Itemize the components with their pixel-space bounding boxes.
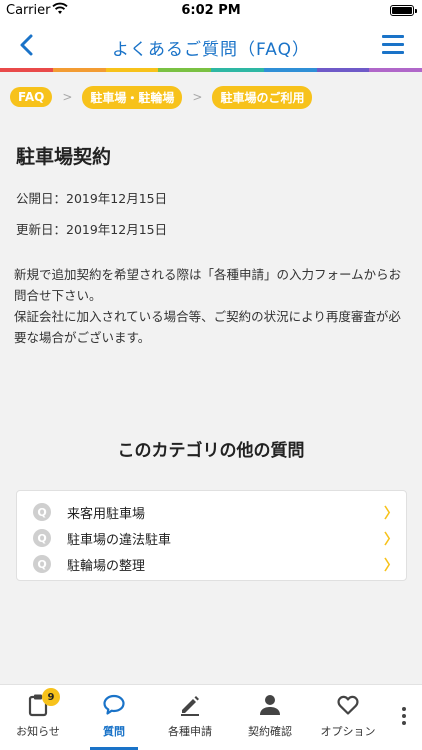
chevron-right-icon: > (62, 90, 73, 104)
breadcrumb-parking-use[interactable]: 駐車場のご利用 (212, 85, 313, 109)
question-icon: Q (33, 555, 51, 573)
tab-applications[interactable]: 各種申請 (152, 693, 228, 739)
article-title: 駐車場契約 (16, 146, 112, 168)
person-icon (260, 695, 280, 715)
more-vertical-icon[interactable] (402, 707, 406, 728)
other-questions-heading: このカテゴリの他の質問 (117, 441, 305, 461)
rainbow-segment (211, 68, 264, 72)
status-bar: Carrier 6:02 PM (0, 0, 422, 22)
tab-notices[interactable]: 9 お知らせ (0, 688, 76, 739)
page-title: よくあるご質問（FAQ） (112, 40, 310, 60)
clock: 6:02 PM (181, 3, 241, 18)
tab-options[interactable]: オプション (310, 693, 386, 739)
question-label: 駐車場の違法駐車 (67, 532, 172, 548)
pencil-icon (181, 696, 199, 716)
tab-bar: 9 お知らせ 質問 各種申請 契約確認 オプション (0, 684, 422, 750)
question-label: 駐輪場の整理 (67, 558, 146, 574)
question-icon: Q (33, 529, 51, 547)
question-item[interactable]: Q 来客用駐車場 〉 (17, 499, 406, 525)
chevron-right-icon: > (192, 90, 203, 104)
notification-badge: 9 (42, 688, 60, 706)
tab-contract[interactable]: 契約確認 (232, 693, 308, 739)
chevron-left-icon[interactable] (14, 32, 40, 58)
hamburger-menu-icon[interactable] (382, 35, 404, 55)
article: 駐車場契約 公開日：2019年12月15日 更新日：2019年12月15日 新規… (0, 118, 422, 678)
article-body: 新規で追加契約を希望される際は「各種申請」の入力フォームからお問合せ下さい。 保… (14, 264, 408, 348)
question-label: 来客用駐車場 (67, 506, 146, 522)
rainbow-segment (52, 68, 106, 72)
rainbow-divider (0, 68, 422, 72)
chevron-right-icon: 〉 (384, 532, 398, 548)
tab-label: 各種申請 (168, 725, 212, 738)
breadcrumb: FAQ > 駐車場・駐輪場 > 駐車場のご利用 (10, 84, 422, 110)
chevron-right-icon: 〉 (384, 558, 398, 574)
tab-label: 契約確認 (248, 725, 292, 738)
published-date: 公開日：2019年12月15日 (16, 191, 168, 206)
heart-icon (337, 695, 359, 715)
speech-bubble-icon (103, 694, 125, 715)
other-questions-list: Q 来客用駐車場 〉 Q 駐車場の違法駐車 〉 Q 駐輪場の整理 〉 (16, 490, 407, 581)
nav-bar: よくあるご質問（FAQ） (0, 22, 422, 68)
rainbow-segment (369, 68, 422, 72)
breadcrumb-faq[interactable]: FAQ (10, 87, 53, 107)
tab-label: オプション (320, 725, 376, 738)
battery-icon (390, 5, 417, 16)
tab-questions[interactable]: 質問 (76, 693, 152, 750)
chevron-right-icon: 〉 (384, 506, 398, 522)
rainbow-segment (0, 68, 53, 72)
question-item[interactable]: Q 駐輪場の整理 〉 (17, 551, 406, 577)
updated-date: 更新日：2019年12月15日 (16, 222, 168, 237)
rainbow-segment (316, 68, 370, 72)
rainbow-segment (158, 68, 211, 72)
question-icon: Q (33, 503, 51, 521)
rainbow-segment (263, 68, 317, 72)
article-body-paragraph: 保証会社に加入されている場合等、ご契約の状況により再度審査が必要な場合がございま… (14, 309, 401, 345)
breadcrumb-parking-bicycle[interactable]: 駐車場・駐輪場 (82, 85, 183, 109)
tab-label: お知らせ (16, 725, 60, 738)
rainbow-segment (105, 68, 159, 72)
tab-label: 質問 (103, 725, 125, 738)
article-body-paragraph: 新規で追加契約を希望される際は「各種申請」の入力フォームからお問合せ下さい。 (14, 267, 402, 303)
question-item[interactable]: Q 駐車場の違法駐車 〉 (17, 525, 406, 551)
